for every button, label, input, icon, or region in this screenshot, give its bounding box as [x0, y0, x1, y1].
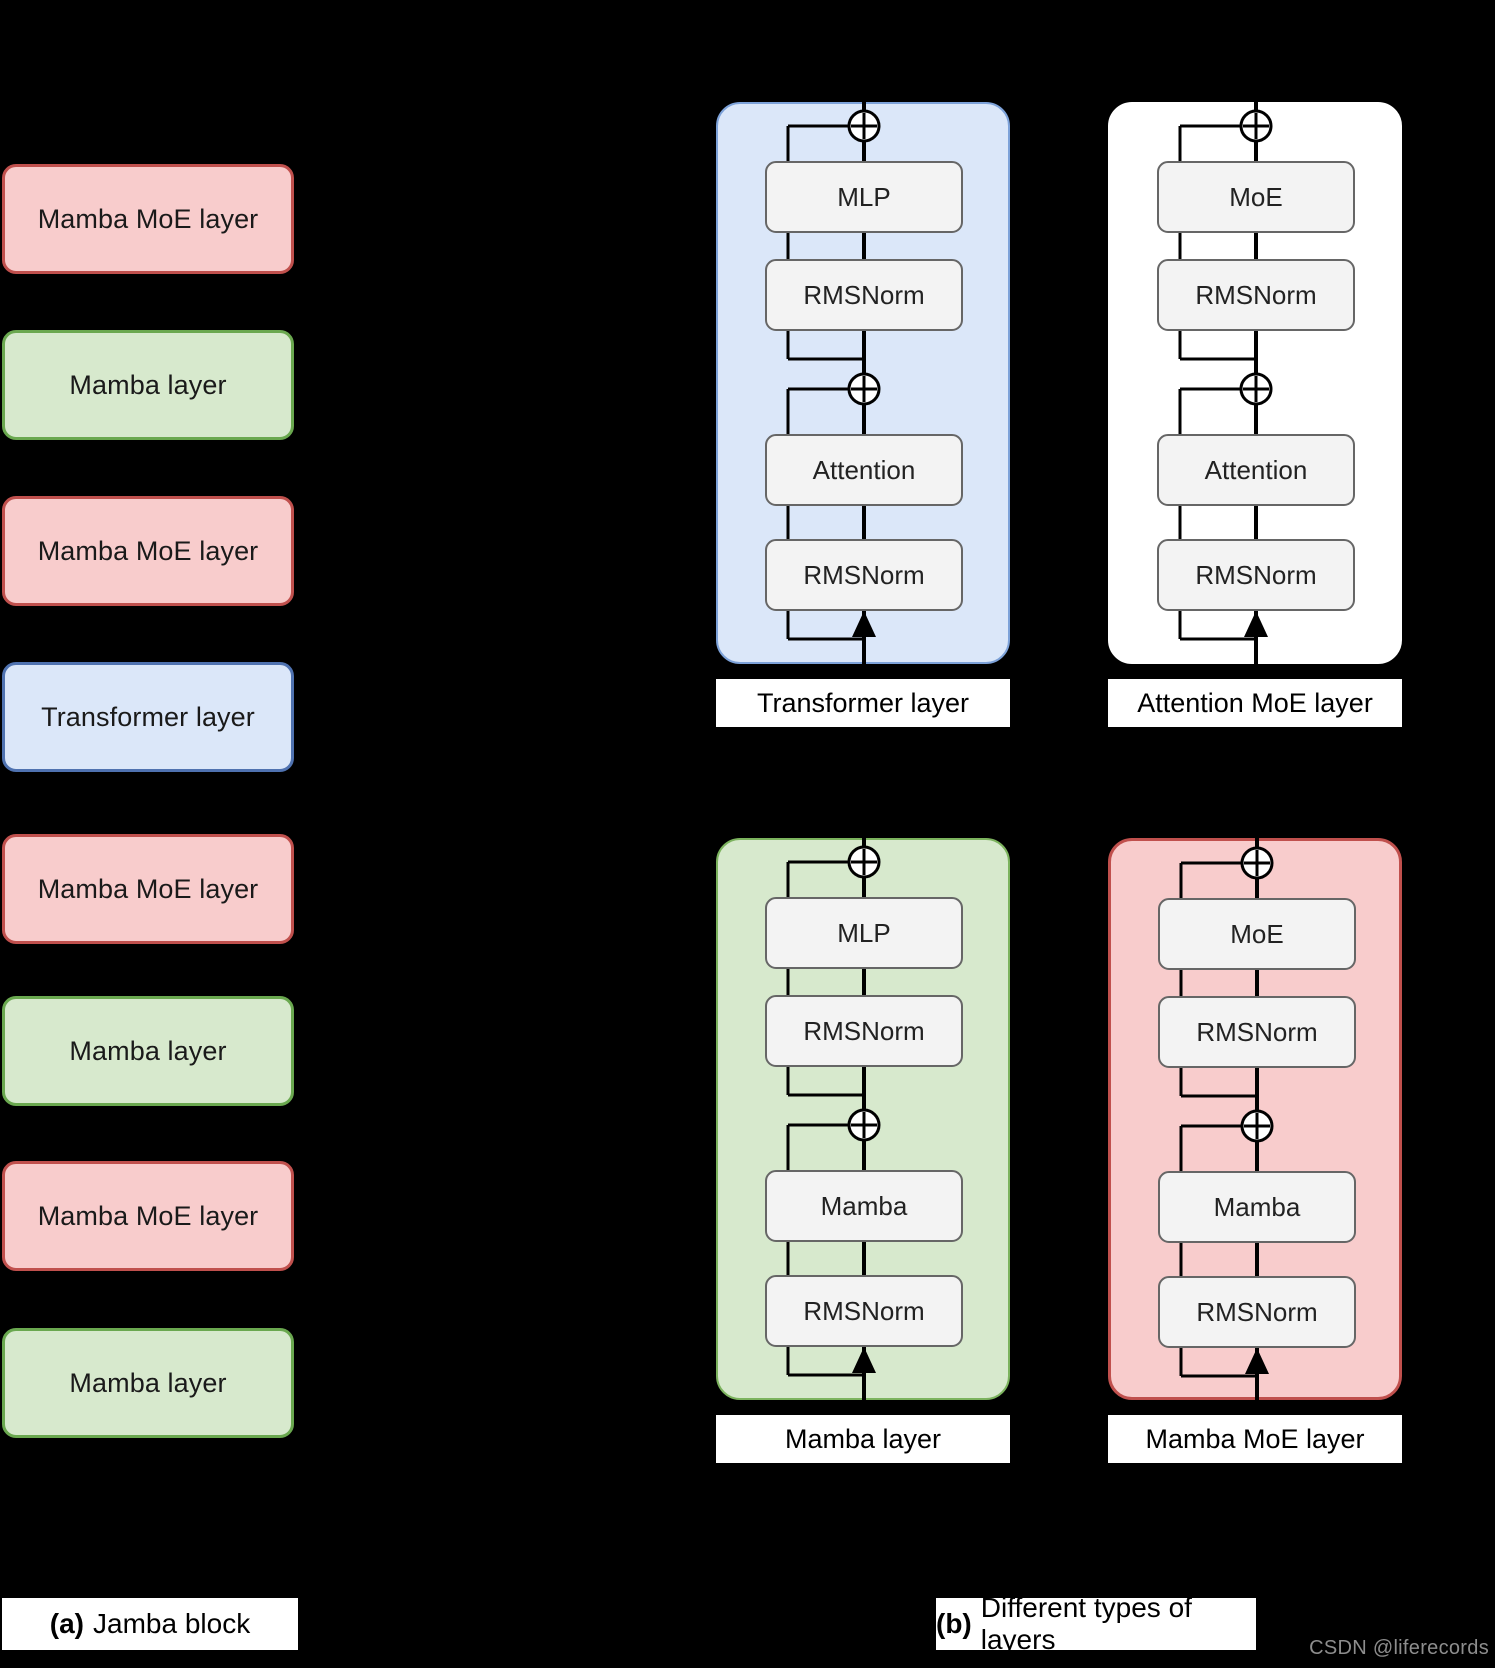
- block-top-norm-label: RMSNorm: [1196, 1016, 1318, 1047]
- panel-mamba-layer: MLP RMSNorm Mamba RMSNorm: [716, 816, 1010, 1428]
- jamba-layer-label: Mamba MoE layer: [37, 1200, 259, 1231]
- block-bottom-norm-label: RMSNorm: [1196, 1296, 1318, 1327]
- jamba-layer-label: Mamba layer: [69, 1367, 227, 1398]
- block-top-label: MoE: [1230, 918, 1284, 949]
- panel-transformer-layer-caption: Transformer layer: [716, 679, 1010, 727]
- block-top-norm-label: RMSNorm: [803, 1015, 925, 1046]
- jamba-layer-label: Mamba layer: [69, 1035, 227, 1066]
- jamba-layer-0[interactable]: Mamba MoE layer: [2, 164, 294, 274]
- panel-attention-moe-layer-caption: Attention MoE layer: [1108, 679, 1402, 727]
- block-top-norm[interactable]: RMSNorm: [765, 995, 963, 1067]
- block-bottom[interactable]: Mamba: [765, 1170, 963, 1242]
- block-top-label: MoE: [1229, 181, 1283, 212]
- jamba-layer-label: Mamba MoE layer: [37, 873, 259, 904]
- block-top[interactable]: MLP: [765, 161, 963, 233]
- block-bottom-label: Attention: [1204, 454, 1308, 485]
- jamba-layer-4[interactable]: Mamba MoE layer: [2, 834, 294, 944]
- figure-caption-b-text: Different types of layers: [980, 1592, 1192, 1655]
- block-top-norm[interactable]: RMSNorm: [1158, 996, 1356, 1068]
- jamba-layer-7[interactable]: Mamba layer: [2, 1328, 294, 1438]
- block-top-norm[interactable]: RMSNorm: [1157, 259, 1355, 331]
- jamba-layer-2[interactable]: Mamba MoE layer: [2, 496, 294, 606]
- watermark: CSDN @liferecords: [1309, 1637, 1489, 1659]
- jamba-layer-label: Mamba MoE layer: [37, 535, 259, 566]
- panel-mamba-moe-layer: MoE RMSNorm Mamba RMSNorm: [1108, 817, 1402, 1429]
- block-bottom[interactable]: Mamba: [1158, 1171, 1356, 1243]
- figure-caption-a-text: Jamba block: [93, 1608, 251, 1639]
- block-bottom-norm[interactable]: RMSNorm: [765, 1275, 963, 1347]
- panel-transformer-layer: MLP RMSNorm Attention RMSNorm: [716, 80, 1010, 692]
- jamba-block-stack: Mamba MoE layer Mamba layer Mamba MoE la…: [0, 0, 310, 1560]
- panel-caption-text: Attention MoE layer: [1137, 687, 1373, 718]
- jamba-layer-6[interactable]: Mamba MoE layer: [2, 1161, 294, 1271]
- panel-caption-text: Mamba layer: [784, 1423, 942, 1454]
- block-top[interactable]: MLP: [765, 897, 963, 969]
- panel-attention-moe-layer: MoE RMSNorm Attention RMSNorm: [1108, 80, 1402, 692]
- jamba-layer-label: Transformer layer: [41, 701, 255, 732]
- block-top[interactable]: MoE: [1157, 161, 1355, 233]
- panel-caption-text: Transformer layer: [756, 687, 970, 718]
- block-bottom-label: Mamba: [820, 1190, 908, 1221]
- block-bottom-label: Mamba: [1213, 1191, 1301, 1222]
- block-bottom[interactable]: Attention: [1157, 434, 1355, 506]
- block-top-norm-label: RMSNorm: [1195, 279, 1317, 310]
- panel-caption-text: Mamba MoE layer: [1145, 1423, 1365, 1454]
- block-top-label: MLP: [837, 181, 891, 212]
- figure-caption-b: (b) Different types of layers: [936, 1592, 1256, 1655]
- block-bottom-norm-label: RMSNorm: [1195, 559, 1317, 590]
- jamba-layer-label: Mamba layer: [69, 369, 227, 400]
- jamba-layer-label: Mamba MoE layer: [37, 203, 259, 234]
- block-bottom-norm[interactable]: RMSNorm: [1157, 539, 1355, 611]
- block-top[interactable]: MoE: [1158, 898, 1356, 970]
- block-bottom-norm[interactable]: RMSNorm: [765, 539, 963, 611]
- block-bottom-norm-label: RMSNorm: [803, 1295, 925, 1326]
- block-top-norm[interactable]: RMSNorm: [765, 259, 963, 331]
- block-bottom-label: Attention: [812, 454, 916, 485]
- panel-mamba-moe-layer-caption: Mamba MoE layer: [1108, 1415, 1402, 1463]
- panel-mamba-layer-caption: Mamba layer: [716, 1415, 1010, 1463]
- block-bottom-norm[interactable]: RMSNorm: [1158, 1276, 1356, 1348]
- block-bottom-norm-label: RMSNorm: [803, 559, 925, 590]
- jamba-layer-5[interactable]: Mamba layer: [2, 996, 294, 1106]
- figure-caption-a-tag: (a): [49, 1608, 85, 1639]
- figure-caption-a: (a) Jamba block: [2, 1598, 298, 1650]
- block-bottom[interactable]: Attention: [765, 434, 963, 506]
- block-top-norm-label: RMSNorm: [803, 279, 925, 310]
- block-top-label: MLP: [837, 917, 891, 948]
- jamba-layer-3[interactable]: Transformer layer: [2, 662, 294, 772]
- figure-caption-b-tag: (b): [936, 1608, 972, 1639]
- jamba-layer-1[interactable]: Mamba layer: [2, 330, 294, 440]
